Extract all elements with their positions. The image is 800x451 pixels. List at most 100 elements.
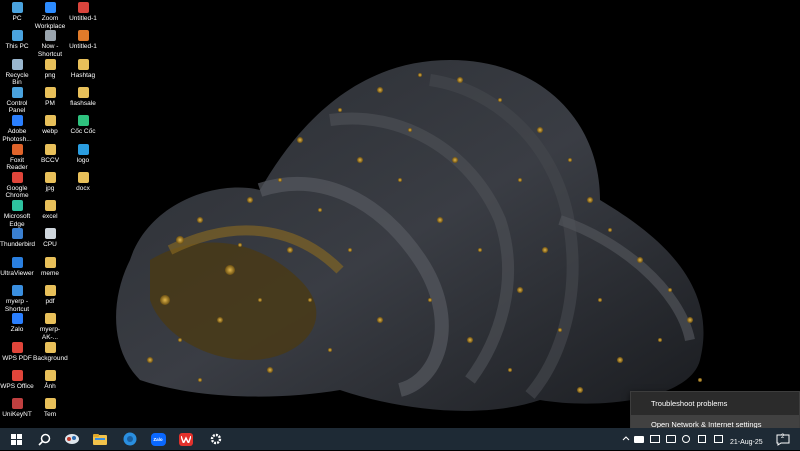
desktop-icon[interactable]: Microsoft Edge bbox=[0, 200, 34, 228]
desktop-icon[interactable]: PM bbox=[33, 86, 67, 108]
zalo-icon: Zalo bbox=[150, 432, 166, 446]
taskbar-app-snipping[interactable] bbox=[58, 428, 86, 450]
desktop-icon[interactable]: pdf bbox=[33, 285, 67, 306]
notification-button[interactable]: 2 bbox=[776, 433, 790, 446]
desktop-icon[interactable]: This PC bbox=[0, 30, 34, 51]
desktop-icon[interactable]: CPU bbox=[33, 228, 67, 249]
desktop-icon[interactable]: Adobe Photosh... bbox=[0, 115, 34, 143]
desktop-icon[interactable]: Cốc Cốc bbox=[66, 115, 100, 136]
desktop-icon-label: CPU bbox=[43, 241, 57, 249]
desktop-icon-glyph bbox=[11, 256, 23, 268]
browser-icon bbox=[123, 432, 137, 446]
desktop-icon[interactable]: Zalo bbox=[0, 313, 34, 334]
desktop-icon[interactable]: Now - Shortcut bbox=[33, 30, 67, 58]
desktop-icon[interactable]: logo bbox=[66, 143, 100, 165]
desktop-icon-glyph bbox=[11, 313, 23, 325]
desktop-icon-label: png bbox=[44, 71, 56, 79]
settings-icon bbox=[210, 433, 222, 445]
desktop-icon-label: Now - Shortcut bbox=[37, 43, 63, 58]
display-icon[interactable] bbox=[650, 435, 660, 443]
desktop-icon-label: Hashtag bbox=[70, 71, 96, 79]
desktop-icon-glyph bbox=[11, 30, 23, 42]
desktop-icon[interactable]: flashsale bbox=[66, 86, 100, 108]
desktop-icon-glyph bbox=[44, 313, 56, 325]
desktop-icon[interactable]: Untitled-1 bbox=[66, 30, 100, 51]
desktop-icon[interactable]: Ảnh bbox=[33, 369, 67, 391]
search-icon bbox=[37, 433, 50, 446]
desktop-icon-glyph bbox=[44, 228, 56, 240]
desktop-icon-glyph bbox=[44, 398, 56, 410]
desktop-icon[interactable]: png bbox=[33, 58, 67, 80]
desktop-icon[interactable]: UniKeyNT bbox=[0, 398, 34, 419]
desktop-icon-label: myerp-AK-... bbox=[39, 326, 61, 341]
desktop-icon[interactable]: excel bbox=[33, 200, 67, 221]
desktop-icon-label: Thunderbird bbox=[0, 241, 36, 249]
search-button[interactable] bbox=[30, 428, 58, 450]
desktop-icon-glyph bbox=[44, 256, 56, 268]
desktop-icon-label: PM bbox=[45, 99, 55, 107]
desktop-icon[interactable]: meme bbox=[33, 256, 67, 278]
desktop-icon-label: WPS Office bbox=[0, 382, 34, 390]
desktop-icon[interactable]: Untitled-1 bbox=[66, 2, 100, 23]
chevron-up-icon[interactable] bbox=[622, 434, 630, 443]
desktop-icon-label: WPS PDF bbox=[2, 354, 32, 362]
desktop-icon-glyph bbox=[77, 115, 89, 127]
desktop-icon[interactable]: BCCV bbox=[33, 143, 67, 165]
desktop-icon-label: webp bbox=[42, 128, 58, 136]
desktop-icon[interactable]: Background bbox=[33, 341, 68, 363]
taskbar-app-file-explorer[interactable] bbox=[86, 428, 114, 450]
desktop-icon-label: Google Chrome bbox=[5, 184, 29, 200]
desktop-icon-label: jpg bbox=[45, 184, 55, 192]
desktop-icon[interactable]: Thunderbird bbox=[0, 228, 36, 249]
menu-item-troubleshoot[interactable]: Troubleshoot problems bbox=[631, 394, 799, 413]
desktop-icon-glyph bbox=[44, 341, 56, 353]
desktop-icon-glyph bbox=[44, 171, 56, 183]
desktop-icon-glyph bbox=[11, 86, 23, 98]
taskbar-app-browser[interactable] bbox=[116, 428, 144, 450]
taskbar-app-zalo[interactable]: Zalo bbox=[144, 428, 172, 450]
volume-icon[interactable] bbox=[698, 435, 706, 443]
start-button[interactable] bbox=[2, 428, 30, 450]
desktop-icon-glyph bbox=[44, 2, 56, 13]
taskbar-app-settings[interactable] bbox=[202, 428, 230, 450]
desktop-icon-glyph bbox=[44, 30, 56, 42]
desktop-icon-glyph bbox=[11, 228, 23, 240]
desktop-icon-glyph bbox=[11, 200, 23, 212]
network-icon[interactable] bbox=[682, 435, 690, 443]
keyboard-icon[interactable] bbox=[634, 436, 644, 443]
desktop-icon-glyph bbox=[77, 2, 89, 13]
desktop-icon-glyph bbox=[11, 2, 23, 13]
desktop-icon-label: myerp - Shortcut bbox=[4, 298, 30, 313]
desktop-icon-glyph bbox=[44, 86, 56, 98]
desktop-icon[interactable]: UltraViewer bbox=[0, 256, 34, 278]
desktop-icon[interactable]: Recycle Bin bbox=[0, 58, 34, 87]
language-icon[interactable] bbox=[714, 435, 723, 443]
notification-count: 2 bbox=[781, 434, 785, 440]
desktop-icon-label: Cốc Cốc bbox=[70, 128, 96, 136]
desktop-icon-label: Zoom Workplace bbox=[34, 15, 66, 30]
desktop-icon[interactable]: WPS Office bbox=[0, 369, 34, 391]
desktop-icon[interactable]: webp bbox=[33, 115, 67, 136]
desktop-icon-label: Control Panel bbox=[6, 99, 28, 115]
desktop-icon[interactable]: myerp - Shortcut bbox=[0, 285, 34, 313]
desktop-icon-glyph bbox=[11, 115, 23, 127]
desktop-icon[interactable]: Foxit Reader bbox=[0, 143, 34, 172]
desktop-icon-glyph bbox=[77, 30, 89, 42]
desktop-icon[interactable]: Zoom Workplace bbox=[33, 2, 67, 30]
tray-date[interactable]: 21-Aug-25 bbox=[730, 439, 763, 446]
desktop-icon[interactable]: Control Panel bbox=[0, 86, 34, 115]
desktop-icon[interactable]: PC bbox=[0, 2, 34, 23]
file-explorer-icon bbox=[93, 433, 107, 445]
desktop-icon[interactable]: myerp-AK-... bbox=[33, 313, 67, 341]
desktop-icon-glyph bbox=[44, 200, 56, 212]
desktop-icon[interactable]: Tem bbox=[33, 398, 67, 419]
desktop-icon[interactable]: docx bbox=[66, 171, 100, 193]
taskbar-app-wps[interactable] bbox=[172, 428, 200, 450]
battery-icon[interactable] bbox=[666, 435, 676, 443]
desktop-icon[interactable]: Hashtag bbox=[66, 58, 100, 80]
desktop-icon-label: Tem bbox=[43, 411, 57, 419]
desktop-icon[interactable]: jpg bbox=[33, 171, 67, 193]
desktop-icon[interactable]: Google Chrome bbox=[0, 171, 34, 200]
desktop-icon[interactable]: WPS PDF bbox=[0, 341, 34, 363]
taskbar: Zalo 21-Aug-25 2 bbox=[0, 428, 800, 450]
